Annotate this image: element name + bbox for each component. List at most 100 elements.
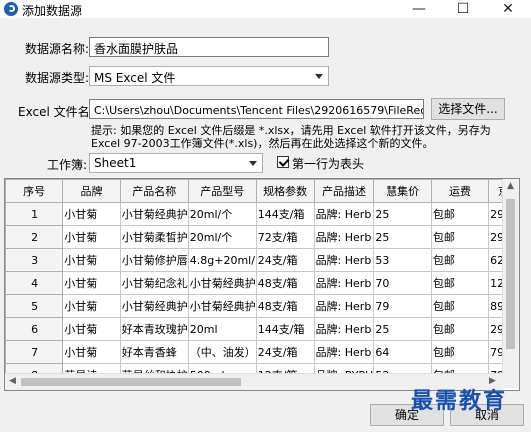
chevron-down-icon <box>249 161 257 166</box>
column-header[interactable]: 产品型号 <box>187 179 257 203</box>
hint-text: 提示: 如果您的 Excel 文件后缀是 *.xlsx，请先用 Excel 软件… <box>91 124 491 150</box>
sheet-label: 工作簿: <box>47 158 88 172</box>
table-cell: 25 <box>373 202 432 226</box>
name-input[interactable]: 香水面膜护肤品 <box>89 37 329 57</box>
sheet-select-value: Sheet1 <box>94 156 137 170</box>
choose-file-button[interactable]: 选择文件... <box>431 98 505 120</box>
table-cell: 好本青玫瑰护 <box>119 317 189 341</box>
column-header[interactable]: 产品描述 <box>313 179 375 203</box>
table-row[interactable]: 4 小甘菊 小甘菊纪念礼 小甘菊经典护 48支/箱 品牌: Herb 70 包邮… <box>5 271 519 295</box>
table-cell: 小甘菊修护唇 <box>119 248 189 272</box>
row-number: 4 <box>5 271 64 295</box>
table-cell: 小甘菊经典护 <box>119 294 189 318</box>
table-cell: 25 <box>373 317 432 341</box>
table-cell: 品牌: Herb <box>313 225 375 249</box>
table-cell: 包邮 <box>430 225 490 249</box>
row-number: 7 <box>5 340 64 364</box>
table-cell: 好本青香蜂 <box>119 340 189 364</box>
table-cell: 4.8g+20ml/ <box>187 248 257 272</box>
row-number: 3 <box>5 248 64 272</box>
table-cell: 包邮 <box>430 340 490 364</box>
table-cell: 包邮 <box>430 248 490 272</box>
watermark-text: 最需教育 <box>411 388 508 414</box>
chevron-down-icon <box>315 74 323 79</box>
table-cell: （中、油发） <box>187 340 257 364</box>
table-row[interactable]: 5 小甘菊 小甘菊经典护 小甘菊经典护 48支/箱 品牌: Herb 79 包邮… <box>5 294 519 318</box>
window-title: 添加数据源 <box>22 4 83 18</box>
name-label: 数据源名称: <box>25 42 90 56</box>
table-cell: 小甘菊纪念礼 <box>119 271 189 295</box>
table-row[interactable]: 7 小甘菊 好本青香蜂 （中、油发） 24支/箱 品牌: Herb 64 包邮 … <box>5 340 519 364</box>
row-number: 6 <box>5 317 64 341</box>
table-cell: 品牌: Herb <box>313 340 375 364</box>
vertical-scroll-thumb[interactable] <box>506 199 515 349</box>
table-cell: 144支/箱 <box>255 202 315 226</box>
table-row[interactable]: 2 小甘菊 小甘菊柔皙护 20ml/个 72支/箱 品牌: Herb 25 包邮… <box>5 225 519 249</box>
row-number: 2 <box>5 225 64 249</box>
table-cell: 24支/箱 <box>255 248 315 272</box>
table-cell: 72支/箱 <box>255 225 315 249</box>
vertical-scrollbar[interactable]: ▲ <box>502 179 519 388</box>
close-button[interactable]: ✕ <box>486 0 530 18</box>
horizontal-scroll-thumb[interactable] <box>21 378 241 386</box>
table-cell: 64 <box>373 340 432 364</box>
table-row[interactable]: 6 小甘菊 好本青玫瑰护 20ml 144支/箱 品牌: Herb 25 包邮 … <box>5 317 519 341</box>
table-cell: 79 <box>373 294 432 318</box>
table-cell: 48支/箱 <box>255 294 315 318</box>
header-row: 序号 品牌 产品名称 产品型号 规格参数 产品描述 慧集价 运费 京 <box>5 179 519 203</box>
first-row-header-checkbox[interactable] <box>277 156 289 168</box>
table-cell: 小甘菊 <box>62 317 121 341</box>
row-number: 5 <box>5 294 64 318</box>
table-cell: 小甘菊经典护 <box>187 294 257 318</box>
table-cell: 小甘菊 <box>62 271 121 295</box>
table-cell: 品牌: Herb <box>313 317 375 341</box>
table-cell: 包邮 <box>430 202 490 226</box>
table-cell: 品牌: Herb <box>313 271 375 295</box>
table-cell: 20ml/个 <box>187 202 257 226</box>
column-header[interactable]: 规格参数 <box>255 179 315 203</box>
column-header[interactable]: 品牌 <box>62 179 121 203</box>
table-cell: 25 <box>373 225 432 249</box>
first-row-header-label: 第一行为表头 <box>292 157 365 171</box>
table-cell: 小甘菊经典护 <box>119 202 189 226</box>
table-row[interactable]: 1 小甘菊 小甘菊经典护 20ml/个 144支/箱 品牌: Herb 25 包… <box>5 202 519 226</box>
table-cell: 48支/箱 <box>255 271 315 295</box>
column-header[interactable]: 序号 <box>5 179 64 203</box>
column-header[interactable]: 运费 <box>430 179 490 203</box>
table-cell: 24支/箱 <box>255 340 315 364</box>
table-cell: 144支/箱 <box>255 317 315 341</box>
data-preview-grid[interactable]: 序号 品牌 产品名称 产品型号 规格参数 产品描述 慧集价 运费 京 1 小甘菊… <box>4 178 520 391</box>
table-cell: 20ml <box>187 317 257 341</box>
table-cell: 品牌: Herb <box>313 248 375 272</box>
table-cell: 包邮 <box>430 294 490 318</box>
table-cell: 小甘菊柔皙护 <box>119 225 189 249</box>
row-number: 1 <box>5 202 64 226</box>
app-icon <box>4 2 18 16</box>
title-bar: 添加数据源 — ☐ ✕ <box>0 0 531 19</box>
maximize-button[interactable]: ☐ <box>441 0 485 18</box>
file-label: Excel 文件名: <box>18 105 94 119</box>
table-cell: 小甘菊 <box>62 248 121 272</box>
table-cell: 20ml/个 <box>187 225 257 249</box>
table-cell: 包邮 <box>430 317 490 341</box>
column-header[interactable]: 产品名称 <box>119 179 189 203</box>
table-cell: 包邮 <box>430 271 490 295</box>
scroll-left-icon[interactable]: ◀ <box>9 376 16 386</box>
type-select-value: MS Excel 文件 <box>94 71 176 85</box>
file-path-input[interactable]: C:\Users\zhou\Documents\Tencent Files\29… <box>89 99 424 119</box>
minimize-button[interactable]: — <box>397 0 441 18</box>
table-cell: 小甘菊 <box>62 340 121 364</box>
table-cell: 53 <box>373 248 432 272</box>
type-select[interactable]: MS Excel 文件 <box>89 66 329 86</box>
column-header[interactable]: 慧集价 <box>373 179 432 203</box>
table-cell: 70 <box>373 271 432 295</box>
table-cell: 小甘菊经典护 <box>187 271 257 295</box>
scroll-up-icon[interactable]: ▲ <box>507 181 514 191</box>
preview-table: 序号 品牌 产品名称 产品型号 规格参数 产品描述 慧集价 运费 京 1 小甘菊… <box>5 179 519 387</box>
table-cell: 小甘菊 <box>62 294 121 318</box>
table-row[interactable]: 3 小甘菊 小甘菊修护唇 4.8g+20ml/ 24支/箱 品牌: Herb 5… <box>5 248 519 272</box>
sheet-select[interactable]: Sheet1 <box>89 153 263 173</box>
table-cell: 小甘菊 <box>62 225 121 249</box>
type-label: 数据源类型: <box>25 71 90 85</box>
table-cell: 小甘菊 <box>62 202 121 226</box>
